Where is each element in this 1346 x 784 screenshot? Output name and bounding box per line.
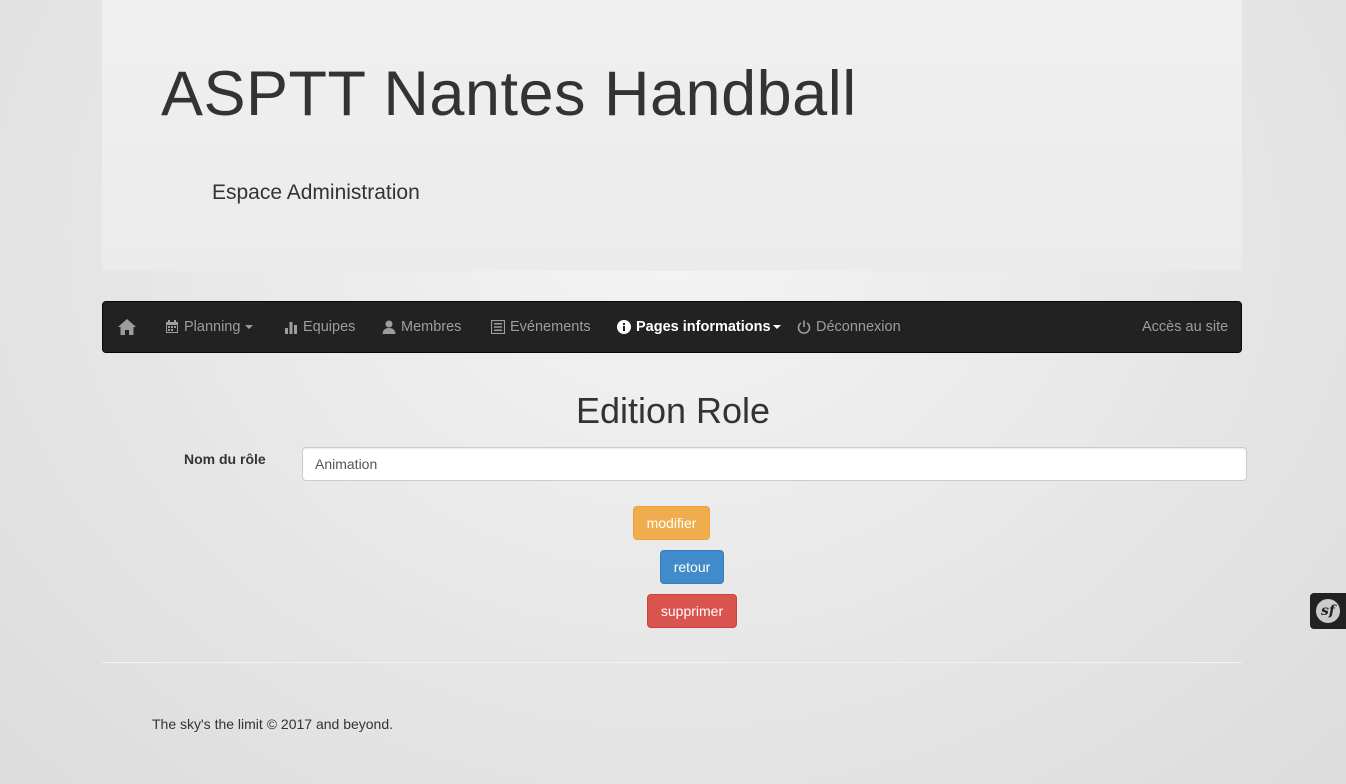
chevron-down-icon bbox=[772, 325, 781, 329]
nav-item-label: Equipes bbox=[303, 319, 356, 335]
modify-button[interactable]: modifier bbox=[633, 506, 710, 540]
nav-item-planning[interactable]: Planning bbox=[165, 302, 254, 352]
role-name-input[interactable] bbox=[302, 447, 1247, 481]
home-icon bbox=[117, 318, 137, 336]
nav-link-acces-site[interactable]: Accès au site bbox=[1142, 302, 1228, 352]
symfony-logo-icon: sf bbox=[1316, 599, 1340, 623]
page-title: Edition Role bbox=[575, 390, 771, 431]
nav-item-membres[interactable]: Membres bbox=[382, 302, 461, 352]
footer-divider bbox=[102, 662, 1242, 663]
info-icon bbox=[617, 320, 631, 334]
delete-button[interactable]: supprimer bbox=[647, 594, 737, 628]
nav-home[interactable] bbox=[117, 302, 137, 352]
main-navbar: Planning Equipes Membres Evénements Page… bbox=[102, 301, 1242, 353]
site-title: ASPTT Nantes Handball bbox=[161, 59, 857, 129]
user-icon bbox=[382, 320, 396, 334]
jumbotron-header: ASPTT Nantes Handball Espace Administrat… bbox=[102, 0, 1242, 271]
back-button[interactable]: retour bbox=[660, 550, 724, 584]
nav-item-pages-informations[interactable]: Pages informations bbox=[617, 302, 781, 352]
footer-text: The sky's the limit © 2017 and beyond. bbox=[152, 716, 394, 732]
list-icon bbox=[491, 320, 505, 334]
nav-item-label: Membres bbox=[401, 319, 462, 335]
nav-item-deconnexion[interactable]: Déconnexion bbox=[797, 302, 901, 352]
nav-item-label: Déconnexion bbox=[816, 319, 901, 335]
symfony-debug-toolbar-toggle[interactable]: sf bbox=[1310, 593, 1346, 629]
power-icon bbox=[797, 320, 811, 334]
nav-item-label: Planning bbox=[184, 319, 241, 335]
calendar-icon bbox=[165, 320, 179, 334]
site-subtitle: Espace Administration bbox=[212, 181, 420, 204]
role-name-label: Nom du rôle bbox=[184, 451, 266, 467]
nav-item-evenements[interactable]: Evénements bbox=[491, 302, 591, 352]
chevron-down-icon bbox=[245, 325, 254, 329]
nav-item-label: Evénements bbox=[510, 319, 591, 335]
nav-item-equipes[interactable]: Equipes bbox=[284, 302, 355, 352]
stats-icon bbox=[284, 320, 298, 334]
nav-item-label: Pages informations bbox=[636, 319, 771, 335]
